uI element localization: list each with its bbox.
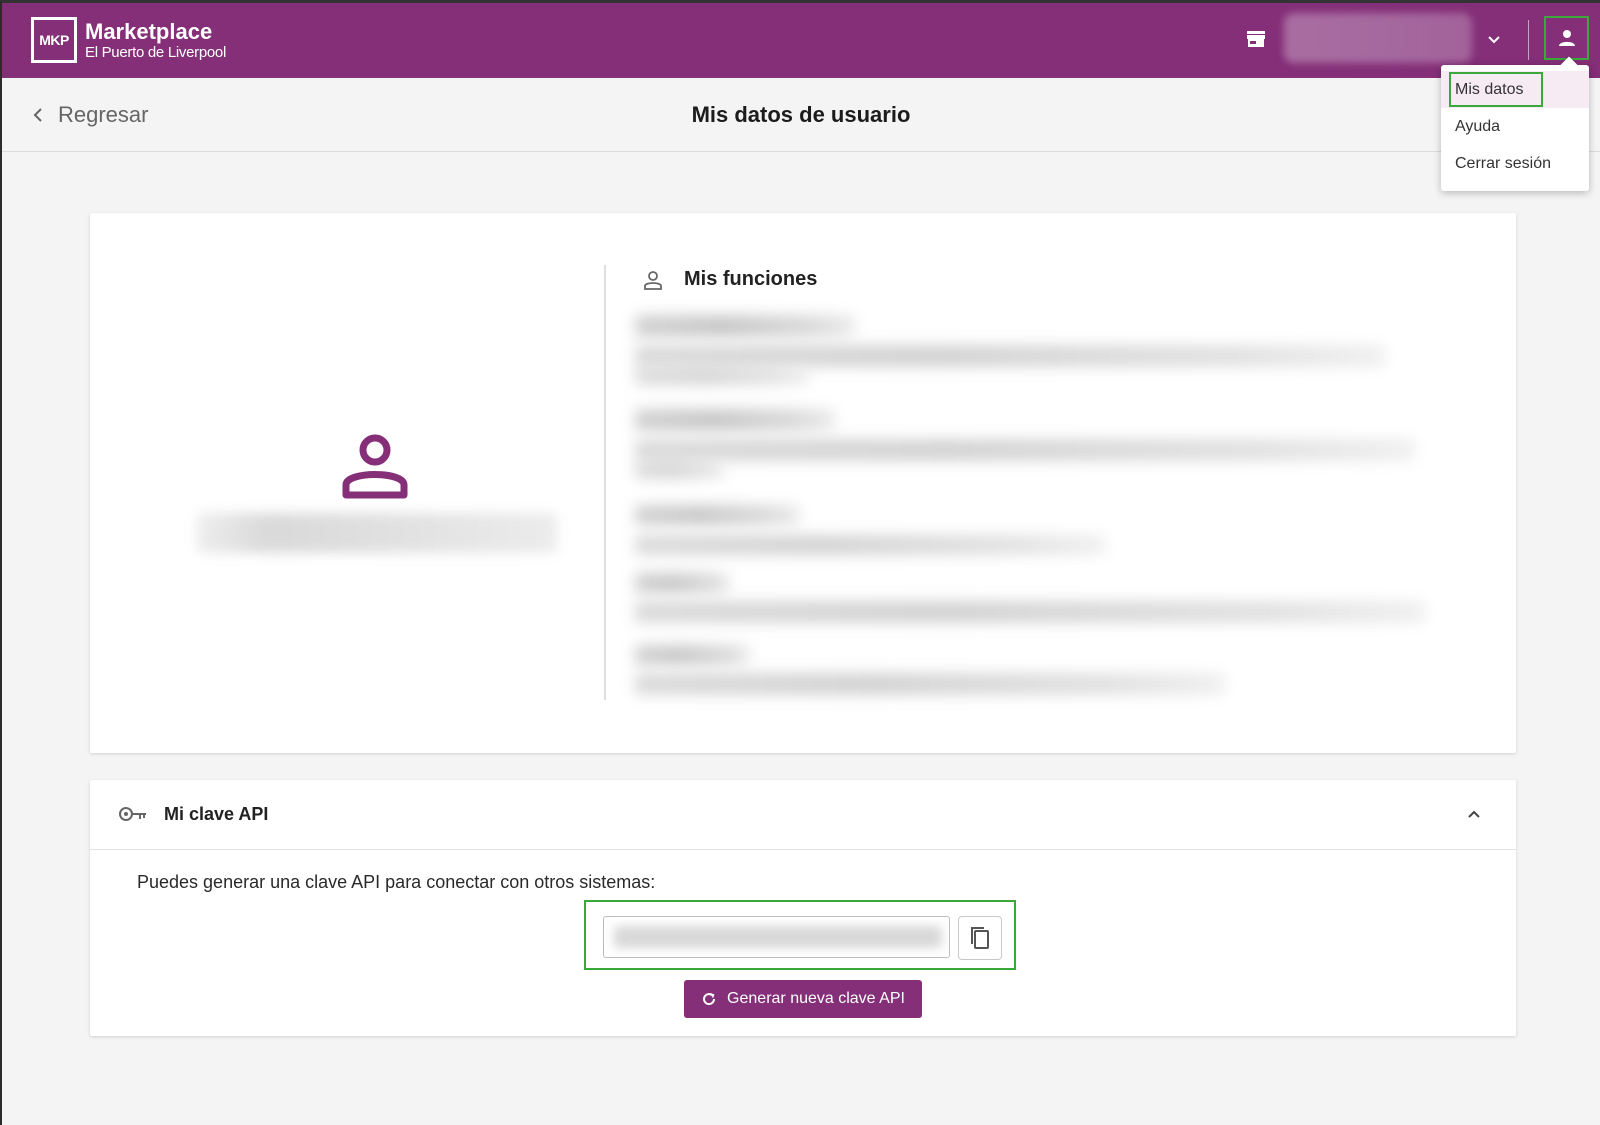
selection-highlight — [1449, 72, 1543, 107]
chevron-up-icon[interactable] — [1464, 804, 1484, 824]
copy-icon — [971, 927, 989, 949]
function-item-redacted — [635, 535, 1105, 555]
user-email-redacted — [197, 513, 557, 553]
page-title: Mis datos de usuario — [691, 102, 911, 127]
brand-title: Marketplace — [85, 18, 213, 44]
user-menu-button[interactable] — [1544, 16, 1589, 60]
api-key-description: Puedes generar una clave API para conect… — [137, 872, 656, 892]
function-item-redacted — [635, 315, 855, 337]
function-item-redacted — [635, 573, 730, 593]
api-key-value-redacted — [614, 926, 942, 948]
api-key-title: Mi clave API — [164, 804, 269, 824]
generate-api-key-label: Generar nueva clave API — [727, 990, 905, 1007]
functions-title: Mis funciones — [684, 268, 818, 290]
function-item-redacted — [635, 461, 725, 479]
person-icon — [1558, 30, 1575, 46]
function-item-redacted — [635, 409, 835, 431]
person-outline-icon — [644, 270, 662, 290]
copy-button[interactable] — [958, 916, 1002, 960]
logo[interactable]: MKP Marketplace El Puerto de Liverpool — [31, 17, 226, 63]
profile-card: Mis funciones — [90, 213, 1516, 753]
generate-api-key-button[interactable]: Generar nueva clave API — [684, 980, 922, 1018]
function-item-redacted — [635, 673, 1225, 695]
api-key-panel-header[interactable]: Mi clave API — [90, 780, 1516, 850]
function-item-redacted — [635, 505, 800, 525]
menu-item-cerrar-sesion[interactable]: Cerrar sesión — [1441, 145, 1589, 182]
top-bar: MKP Marketplace El Puerto de Liverpool — [2, 3, 1600, 78]
store-selector-name[interactable] — [1284, 13, 1472, 63]
menu-item-label: Cerrar sesión — [1455, 155, 1552, 172]
refresh-icon — [703, 993, 716, 1006]
api-key-field[interactable] — [603, 916, 950, 958]
menu-item-ayuda[interactable]: Ayuda — [1441, 108, 1589, 145]
page-header: Regresar Mis datos de usuario — [2, 78, 1600, 152]
brand-subtitle: El Puerto de Liverpool — [85, 43, 226, 61]
function-item-redacted — [635, 601, 1425, 623]
api-key-panel: Mi clave API Puedes generar una clave AP… — [90, 780, 1516, 1036]
chevron-down-icon[interactable] — [1484, 29, 1504, 49]
function-item-redacted — [635, 439, 1415, 461]
column-divider — [604, 265, 606, 700]
function-item-redacted — [635, 645, 750, 665]
logo-mark: MKP — [31, 17, 77, 63]
store-icon — [1247, 31, 1265, 47]
key-icon — [119, 807, 146, 821]
menu-item-mis-datos[interactable]: Mis datos — [1441, 71, 1589, 108]
functions-header: Mis funciones — [642, 268, 817, 291]
function-item-redacted — [635, 367, 810, 385]
user-dropdown-menu: Mis datos Ayuda Cerrar sesión — [1441, 65, 1589, 191]
function-item-redacted — [635, 345, 1385, 367]
person-outline-icon — [342, 434, 408, 499]
menu-item-label: Ayuda — [1455, 118, 1501, 135]
header-divider — [1528, 20, 1529, 60]
